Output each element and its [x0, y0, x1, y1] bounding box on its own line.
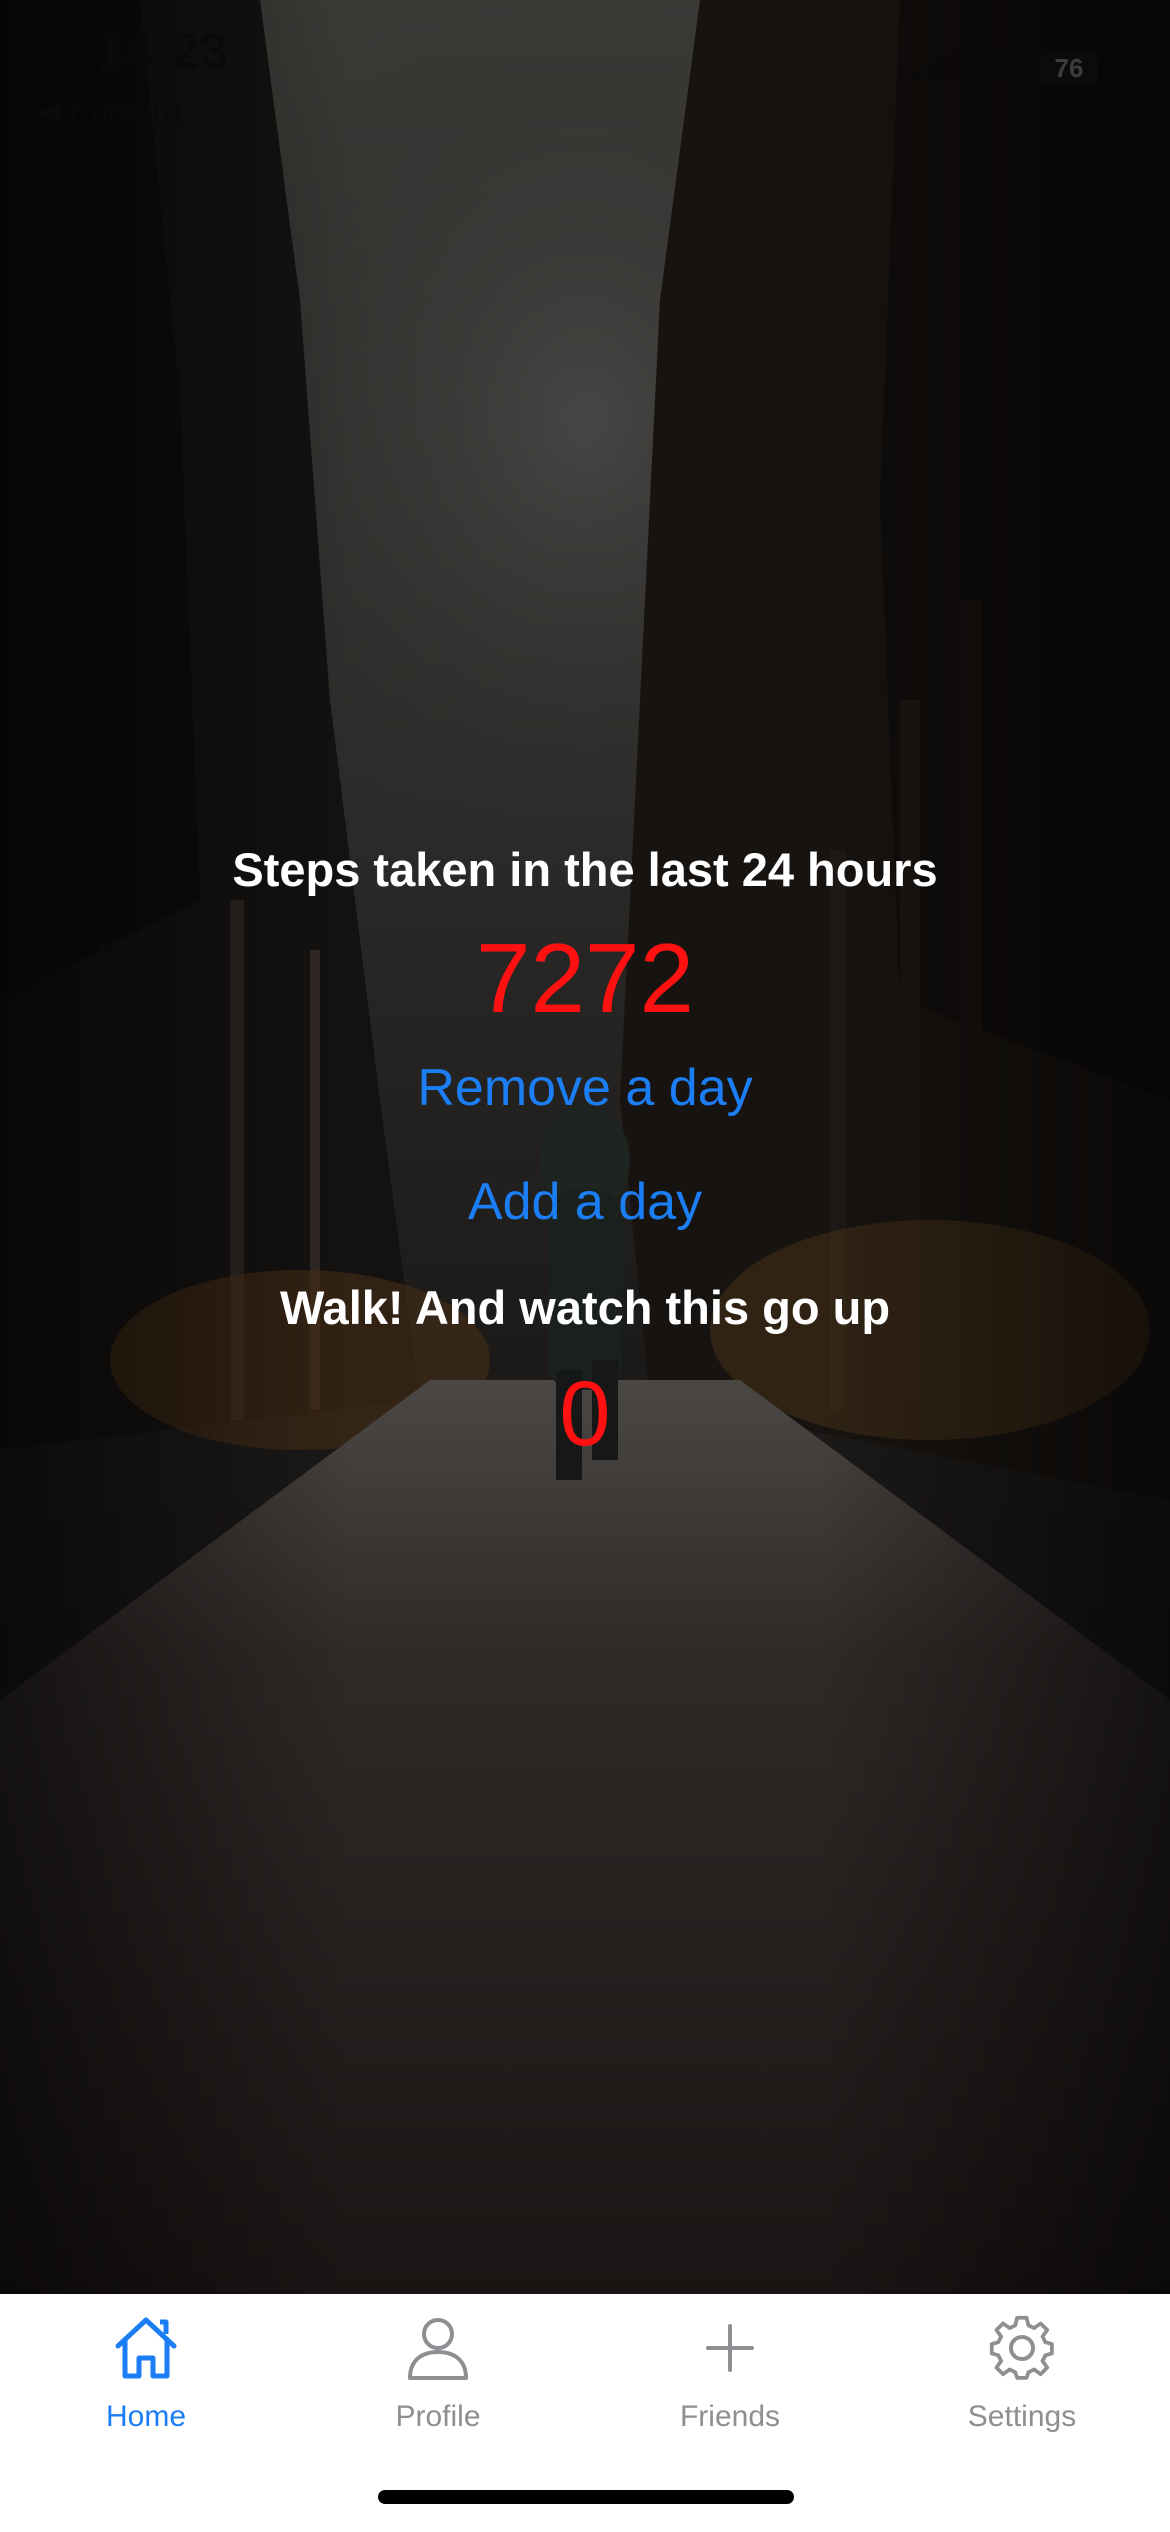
add-day-button[interactable]: Add a day [0, 1172, 1170, 1232]
status-icons: 76 [912, 47, 1098, 87]
tab-settings[interactable]: Settings [876, 2294, 1168, 2470]
tab-settings-label: Settings [967, 2400, 1077, 2433]
cellular-signal-icon [912, 51, 956, 86]
tab-friends-label: Friends [679, 2400, 781, 2433]
steps-title: Steps taken in the last 24 hours [232, 843, 938, 896]
tab-home-label: Home [105, 2400, 187, 2433]
home-icon [112, 2314, 180, 2382]
battery-icon: 76 [1040, 51, 1098, 86]
gear-icon [988, 2314, 1056, 2382]
wifi-icon [976, 47, 1020, 87]
walk-title: Walk! And watch this go up [279, 1281, 891, 1334]
app-screen: 14:23 ◀ Kamera 76 Steps taken in the las… [0, 0, 1170, 2532]
home-indicator[interactable] [378, 2490, 794, 2504]
background-image [0, 0, 1170, 2294]
tab-profile[interactable]: Profile [292, 2294, 584, 2470]
status-time: 14:23 [96, 23, 229, 79]
remove-day-button[interactable]: Remove a day [0, 1058, 1170, 1118]
person-icon [404, 2314, 472, 2382]
plus-icon [696, 2314, 764, 2382]
tab-profile-label: Profile [395, 2400, 481, 2433]
steps-value: 7272 [475, 923, 694, 1033]
tab-home[interactable]: Home [0, 2294, 292, 2470]
back-to-app-link[interactable]: ◀ Kamera [36, 92, 182, 130]
tab-friends[interactable]: Friends [584, 2294, 876, 2470]
walk-counter-value: 0 [559, 1363, 611, 1465]
status-bar: 14:23 ◀ Kamera 76 [0, 0, 1170, 140]
